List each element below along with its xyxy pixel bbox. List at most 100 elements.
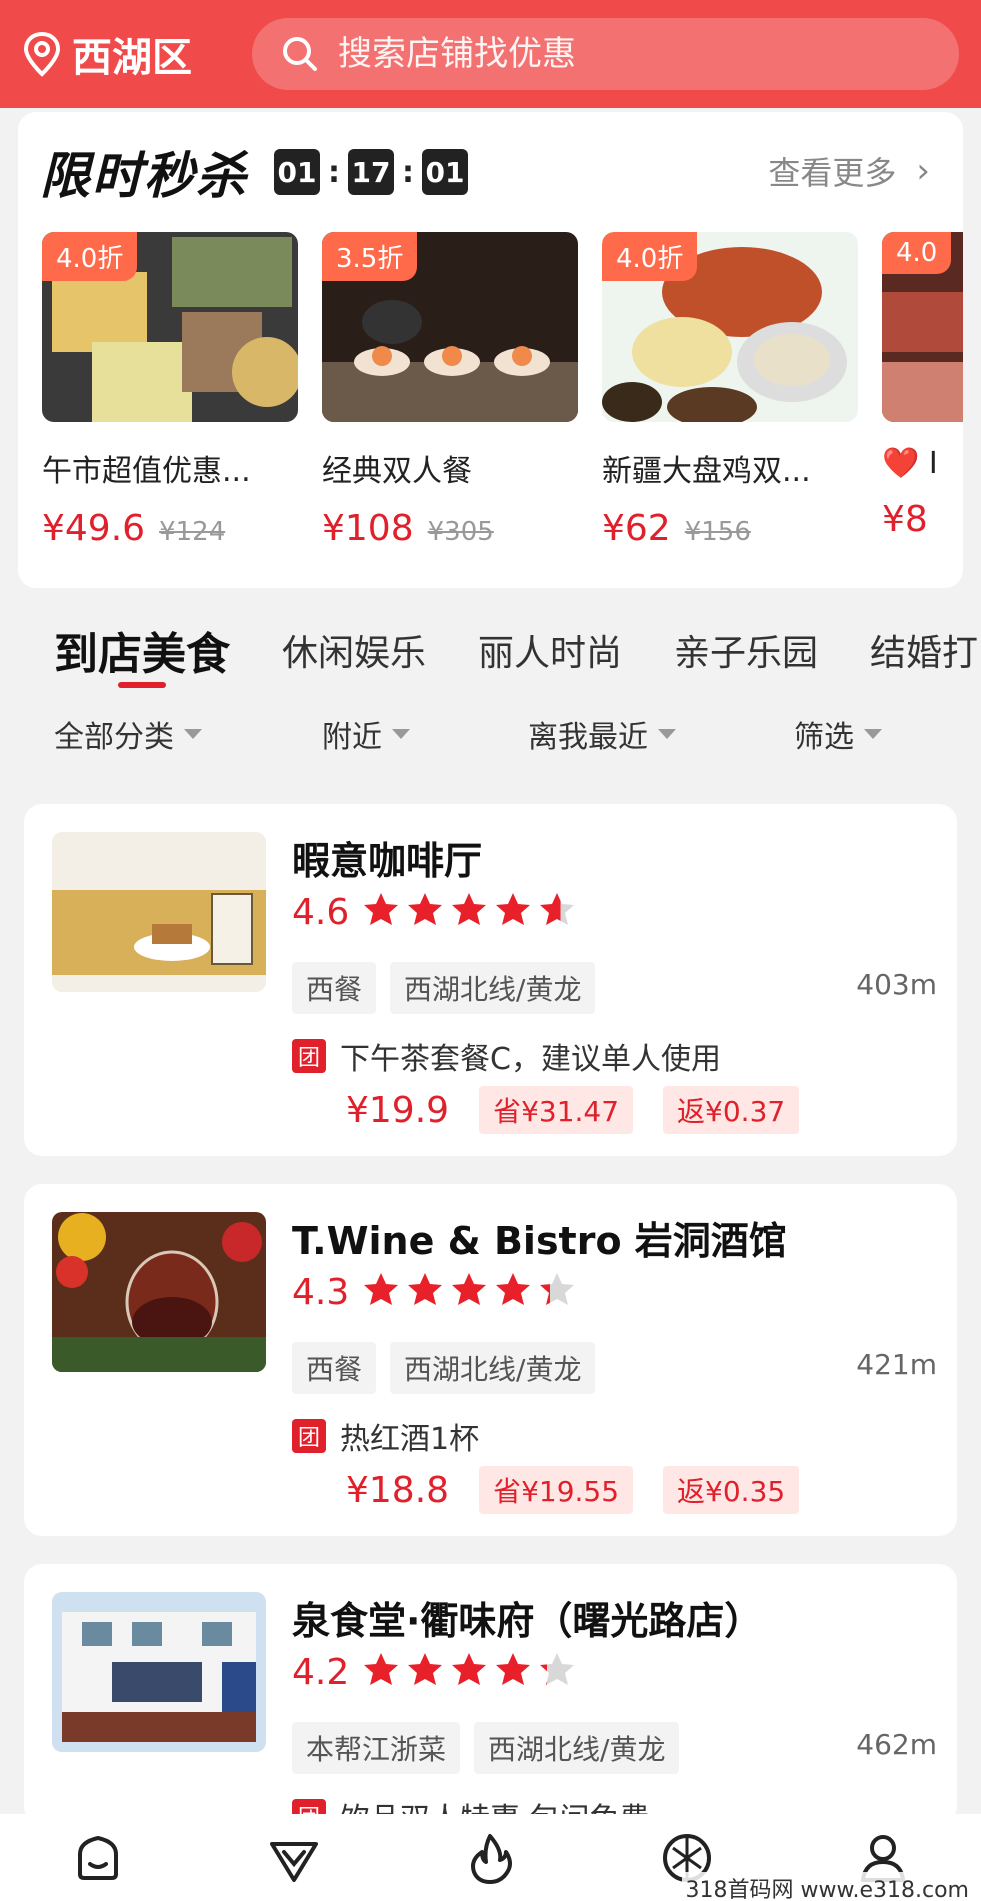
star-icon [496,1273,531,1305]
deal-price: ¥18.8 [346,1469,450,1511]
deal-image: 3.5折 [322,232,578,422]
timer-minutes: 17 [348,149,394,195]
deal-price: ¥62 [602,508,671,549]
filter-label: 附近 [322,720,382,755]
caret-down-icon [184,729,202,739]
shop-card[interactable]: 暇意咖啡厅 4.6 西餐 西湖北线/黄龙 403m 团 下午茶套餐C，建议单人使… [24,804,957,1156]
cashback-badge: 返¥0.35 [663,1466,800,1514]
search-input[interactable] [338,34,939,74]
discount-badge: 4.0 [882,232,952,274]
shop-card[interactable]: 泉食堂·衢味府（曙光路店） 4.2 本帮江浙菜 西湖北线/黄龙 462m 团 饮… [24,1564,957,1824]
discount-badge: 3.5折 [322,232,418,281]
flash-sale-title: 限时秒杀 [40,147,248,205]
deal-original-price: ¥124 [159,517,226,547]
shop-name: 泉食堂·衢味府（曙光路店） [292,1599,763,1643]
area-tag: 西湖北线/黄龙 [390,962,596,1014]
star-icon [408,1273,443,1305]
see-more-link[interactable]: 查看更多 › [768,148,930,194]
star-icon [364,893,399,925]
deal-name: 经典双人餐 [322,454,472,489]
filter-nearby[interactable]: 附近 [322,712,410,756]
rating-score: 4.2 [292,1651,350,1693]
flash-deals-list: 4.0折 午市超值优惠... ¥49.6 ¥124 3.5折 经典双人餐 ¥10… [42,232,963,572]
deal-name: ❤️ I [882,446,938,481]
area-tag: 西湖北线/黄龙 [390,1342,596,1394]
group-deal-badge: 团 [292,1419,326,1453]
tab-kids[interactable]: 亲子乐园 [674,624,818,676]
star-icon [408,1653,443,1685]
savings-badge: 省¥19.55 [479,1466,634,1514]
deal-name: 午市超值优惠... [42,454,251,489]
flame-icon[interactable] [462,1830,518,1886]
category-tabs: 到店美食 休闲娱乐 丽人时尚 亲子乐园 结婚打 [0,610,981,690]
filter-all-categories[interactable]: 全部分类 [54,712,202,756]
star-icon [496,1653,531,1685]
rating-stars [361,1270,581,1314]
deal-image: 4.0 [882,232,963,422]
location-pin-icon [23,31,61,77]
caret-down-icon [864,729,882,739]
shop-image [52,1212,266,1372]
deal-original-price: ¥156 [684,517,751,547]
discount-badge: 4.0折 [42,232,138,281]
star-icon [364,1653,399,1685]
cuisine-tag: 西餐 [292,962,377,1014]
star-icon [364,1273,399,1305]
home-icon[interactable] [70,1830,126,1886]
deal-image: 4.0折 [42,232,298,422]
shop-rating: 4.2 [292,1650,581,1694]
star-icon [496,893,531,925]
shop-image [52,832,266,992]
caret-down-icon [658,729,676,739]
shop-rating: 4.3 [292,1270,581,1314]
star-icon [452,893,487,925]
tab-wedding[interactable]: 结婚打 [870,624,978,676]
deals-icon[interactable] [266,1830,322,1886]
flash-deal-item[interactable]: 4.0折 午市超值优惠... ¥49.6 ¥124 [42,232,298,549]
filter-bar: 全部分类 附近 离我最近 筛选 [0,712,981,764]
deal-original-price: ¥305 [427,517,494,547]
star-icon [408,893,443,925]
filter-label: 离我最近 [528,720,648,755]
filter-sort[interactable]: 离我最近 [528,712,676,756]
countdown-timer: 01 : 17 : 01 [274,149,468,195]
tab-leisure[interactable]: 休闲娱乐 [282,624,426,676]
deal-description: 下午茶套餐C，建议单人使用 [340,1042,721,1077]
see-more-label: 查看更多 [768,154,897,192]
deal-description: 热红酒1杯 [340,1422,480,1457]
filter-more[interactable]: 筛选 [794,712,882,756]
tab-food[interactable]: 到店美食 [54,618,230,682]
timer-hours: 01 [274,149,320,195]
tab-beauty[interactable]: 丽人时尚 [478,624,622,676]
rating-score: 4.6 [292,891,350,933]
discount-badge: 4.0折 [602,232,698,281]
shop-card[interactable]: T.Wine & Bistro 岩洞酒馆 4.3 西餐 西湖北线/黄龙 421m… [24,1184,957,1536]
distance: 421m [856,1348,937,1381]
star-icon [540,893,575,925]
active-tab-indicator [118,682,166,688]
star-icon [452,1653,487,1685]
cuisine-tag: 西餐 [292,1342,377,1394]
flash-deal-item[interactable]: 3.5折 经典双人餐 ¥108 ¥305 [322,232,578,549]
group-deal-badge: 团 [292,1039,326,1073]
top-bar: 西湖区 [0,0,981,108]
location-selector[interactable]: 西湖区 [22,25,228,83]
distance: 403m [856,968,937,1001]
deal-image: 4.0折 [602,232,858,422]
savings-badge: 省¥31.47 [479,1086,634,1134]
search-bar[interactable] [252,18,959,90]
rating-stars [361,890,581,934]
watermark: 318首码网 www.e318.com [681,1872,973,1901]
rating-score: 4.3 [292,1271,350,1313]
flash-sale-card: 限时秒杀 01 : 17 : 01 查看更多 › 4.0折 午市超值优惠... … [18,112,963,588]
deal-price: ¥19.9 [346,1089,450,1131]
flash-deal-item[interactable]: 4.0折 新疆大盘鸡双... ¥62 ¥156 [602,232,858,549]
shop-rating: 4.6 [292,890,581,934]
area-tag: 西湖北线/黄龙 [474,1722,680,1774]
cashback-badge: 返¥0.37 [663,1086,800,1134]
star-icon [452,1273,487,1305]
flash-deal-item[interactable]: 4.0 ❤️ I ¥8 [882,232,963,540]
shop-name: 暇意咖啡厅 [292,839,483,883]
star-icon [540,1653,575,1685]
rating-stars [361,1650,581,1694]
